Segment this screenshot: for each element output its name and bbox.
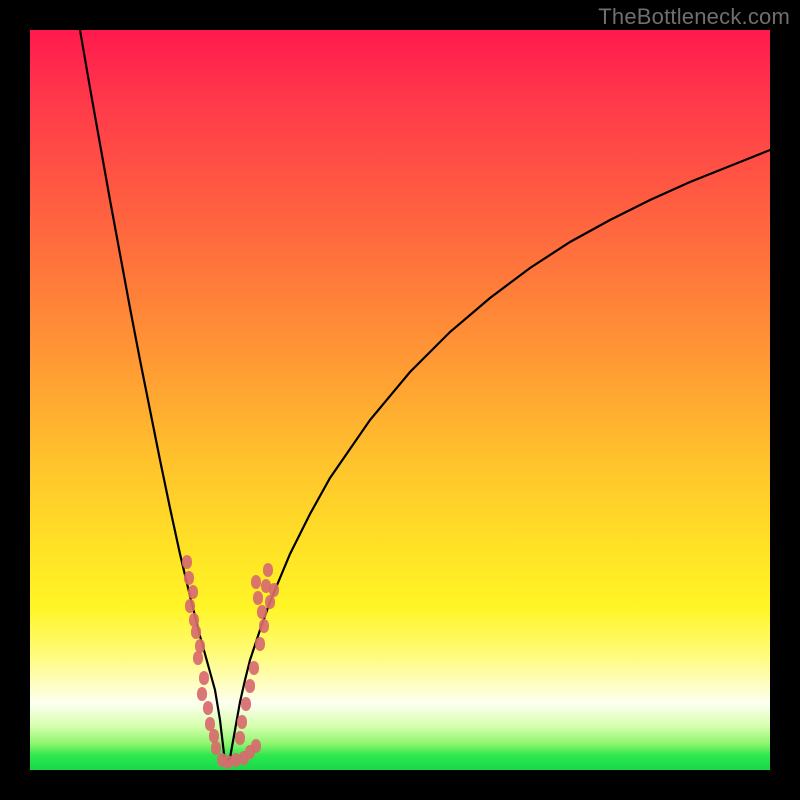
marker-point bbox=[265, 595, 275, 609]
marker-point bbox=[184, 571, 194, 585]
outer-frame: TheBottleneck.com bbox=[0, 0, 800, 800]
marker-point bbox=[237, 715, 247, 729]
marker-point bbox=[199, 671, 209, 685]
marker-point bbox=[197, 687, 207, 701]
marker-point bbox=[249, 661, 259, 675]
marker-point bbox=[251, 575, 261, 589]
marker-point bbox=[188, 585, 198, 599]
marker-point bbox=[257, 605, 267, 619]
marker-point bbox=[185, 599, 195, 613]
marker-point bbox=[203, 701, 213, 715]
marker-point bbox=[263, 563, 273, 577]
marker-point bbox=[253, 591, 263, 605]
marker-point bbox=[211, 741, 221, 755]
marker-point bbox=[259, 619, 269, 633]
chart-svg bbox=[30, 30, 770, 770]
bottleneck-curve bbox=[80, 30, 770, 762]
marker-point bbox=[245, 679, 255, 693]
marker-point bbox=[182, 555, 192, 569]
marker-point bbox=[235, 731, 245, 745]
marker-point bbox=[195, 639, 205, 653]
marker-point bbox=[251, 739, 261, 753]
marker-point bbox=[255, 637, 265, 651]
marker-point bbox=[191, 625, 201, 639]
marker-point bbox=[193, 651, 203, 665]
marker-point bbox=[241, 697, 251, 711]
marker-point bbox=[209, 729, 219, 743]
marker-cluster bbox=[182, 555, 279, 769]
marker-point bbox=[189, 613, 199, 627]
marker-point bbox=[269, 583, 279, 597]
watermark-text: TheBottleneck.com bbox=[598, 4, 790, 30]
marker-point bbox=[205, 717, 215, 731]
plot-area bbox=[30, 30, 770, 770]
